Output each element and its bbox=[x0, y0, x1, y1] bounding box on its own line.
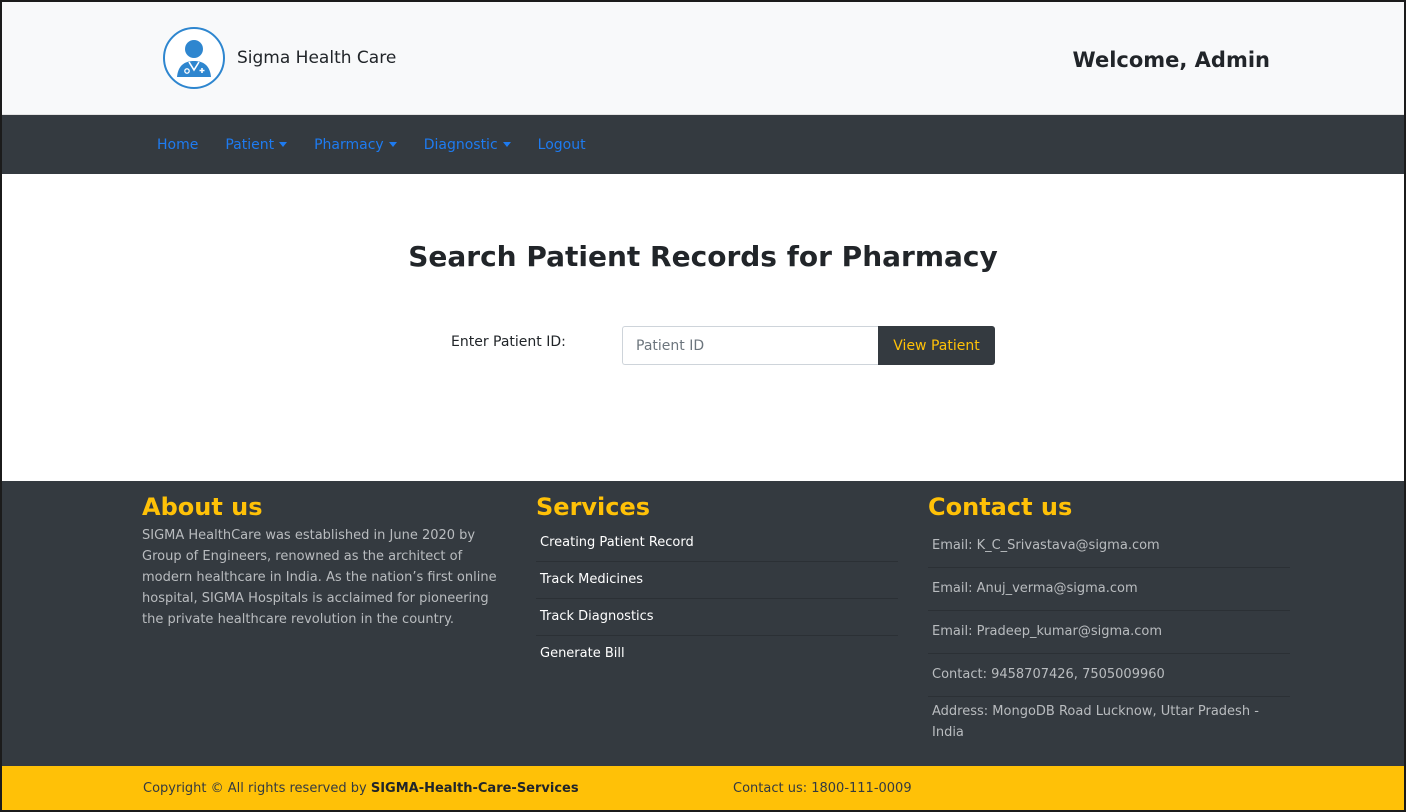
brand[interactable]: Sigma Health Care bbox=[163, 27, 396, 89]
copyright-text: Copyright © All rights reserved by SIGMA… bbox=[143, 781, 579, 796]
nav-home-label: Home bbox=[157, 136, 199, 153]
site-header: Sigma Health Care Welcome, Admin bbox=[2, 2, 1404, 115]
copyright-contact: Contact us: 1800-111-0009 bbox=[733, 781, 912, 796]
nav-diagnostic-dropdown[interactable]: Diagnostic bbox=[424, 137, 511, 153]
contact-email-3: Email: Pradeep_kumar@sigma.com bbox=[928, 611, 1290, 654]
nav-pharmacy-dropdown[interactable]: Pharmacy bbox=[314, 137, 397, 153]
contact-phone: Contact: 9458707426, 7505009960 bbox=[928, 654, 1290, 697]
services-title: Services bbox=[536, 493, 651, 521]
copyright-company: SIGMA-Health-Care-Services bbox=[370, 781, 579, 796]
search-form: Enter Patient ID: View Patient bbox=[2, 326, 1404, 366]
nav-logout-link[interactable]: Logout bbox=[538, 137, 586, 153]
site-footer: About us SIGMA HealthCare was establishe… bbox=[2, 481, 1404, 766]
nav-patient-dropdown[interactable]: Patient bbox=[225, 136, 288, 153]
copyright-prefix: Copyright © All rights reserved by bbox=[143, 781, 367, 796]
service-link-track-diagnostics[interactable]: Track Diagnostics bbox=[536, 599, 898, 636]
contact-title: Contact us bbox=[928, 493, 1073, 521]
contact-email-2: Email: Anuj_verma@sigma.com bbox=[928, 568, 1290, 611]
main-navbar: Home Patient Pharmacy Diagnostic Logout bbox=[2, 115, 1404, 174]
about-section: About us SIGMA HealthCare was establishe… bbox=[142, 493, 507, 630]
nav-patient-label: Patient bbox=[225, 136, 275, 153]
page-title: Search Patient Records for Pharmacy bbox=[408, 240, 998, 273]
brand-name[interactable]: Sigma Health Care bbox=[237, 48, 396, 68]
doctor-avatar-icon bbox=[163, 27, 225, 89]
main-content: Search Patient Records for Pharmacy Ente… bbox=[2, 174, 1404, 481]
copyright-bar: Copyright © All rights reserved by SIGMA… bbox=[2, 766, 1404, 810]
contact-email-1: Email: K_C_Srivastava@sigma.com bbox=[928, 525, 1290, 568]
service-link-create-record[interactable]: Creating Patient Record bbox=[536, 525, 898, 562]
service-link-generate-bill[interactable]: Generate Bill bbox=[536, 636, 898, 672]
contact-section: Contact us Email: K_C_Srivastava@sigma.c… bbox=[928, 493, 1290, 754]
about-title: About us bbox=[142, 493, 263, 521]
caret-down-icon bbox=[388, 142, 397, 147]
patient-id-label: Enter Patient ID: bbox=[451, 334, 566, 350]
services-section: Services Creating Patient Record Track M… bbox=[536, 493, 898, 672]
nav-logout-label: Logout bbox=[537, 136, 586, 153]
caret-down-icon bbox=[279, 142, 288, 147]
nav-list: Home Patient Pharmacy Diagnostic Logout bbox=[157, 115, 613, 174]
view-patient-button[interactable]: View Patient bbox=[878, 326, 995, 365]
nav-diagnostic-label: Diagnostic bbox=[423, 136, 498, 153]
welcome-message: Welcome, Admin bbox=[1072, 48, 1270, 72]
nav-home-link[interactable]: Home bbox=[157, 137, 198, 153]
page-frame: Sigma Health Care Welcome, Admin Home Pa… bbox=[0, 0, 1406, 812]
service-link-track-medicines[interactable]: Track Medicines bbox=[536, 562, 898, 599]
contact-address: Address: MongoDB Road Lucknow, Uttar Pra… bbox=[932, 704, 1259, 740]
nav-pharmacy-label: Pharmacy bbox=[314, 136, 384, 153]
patient-id-input[interactable] bbox=[622, 326, 879, 365]
caret-down-icon bbox=[502, 142, 511, 147]
about-text: SIGMA HealthCare was established in June… bbox=[142, 528, 497, 627]
